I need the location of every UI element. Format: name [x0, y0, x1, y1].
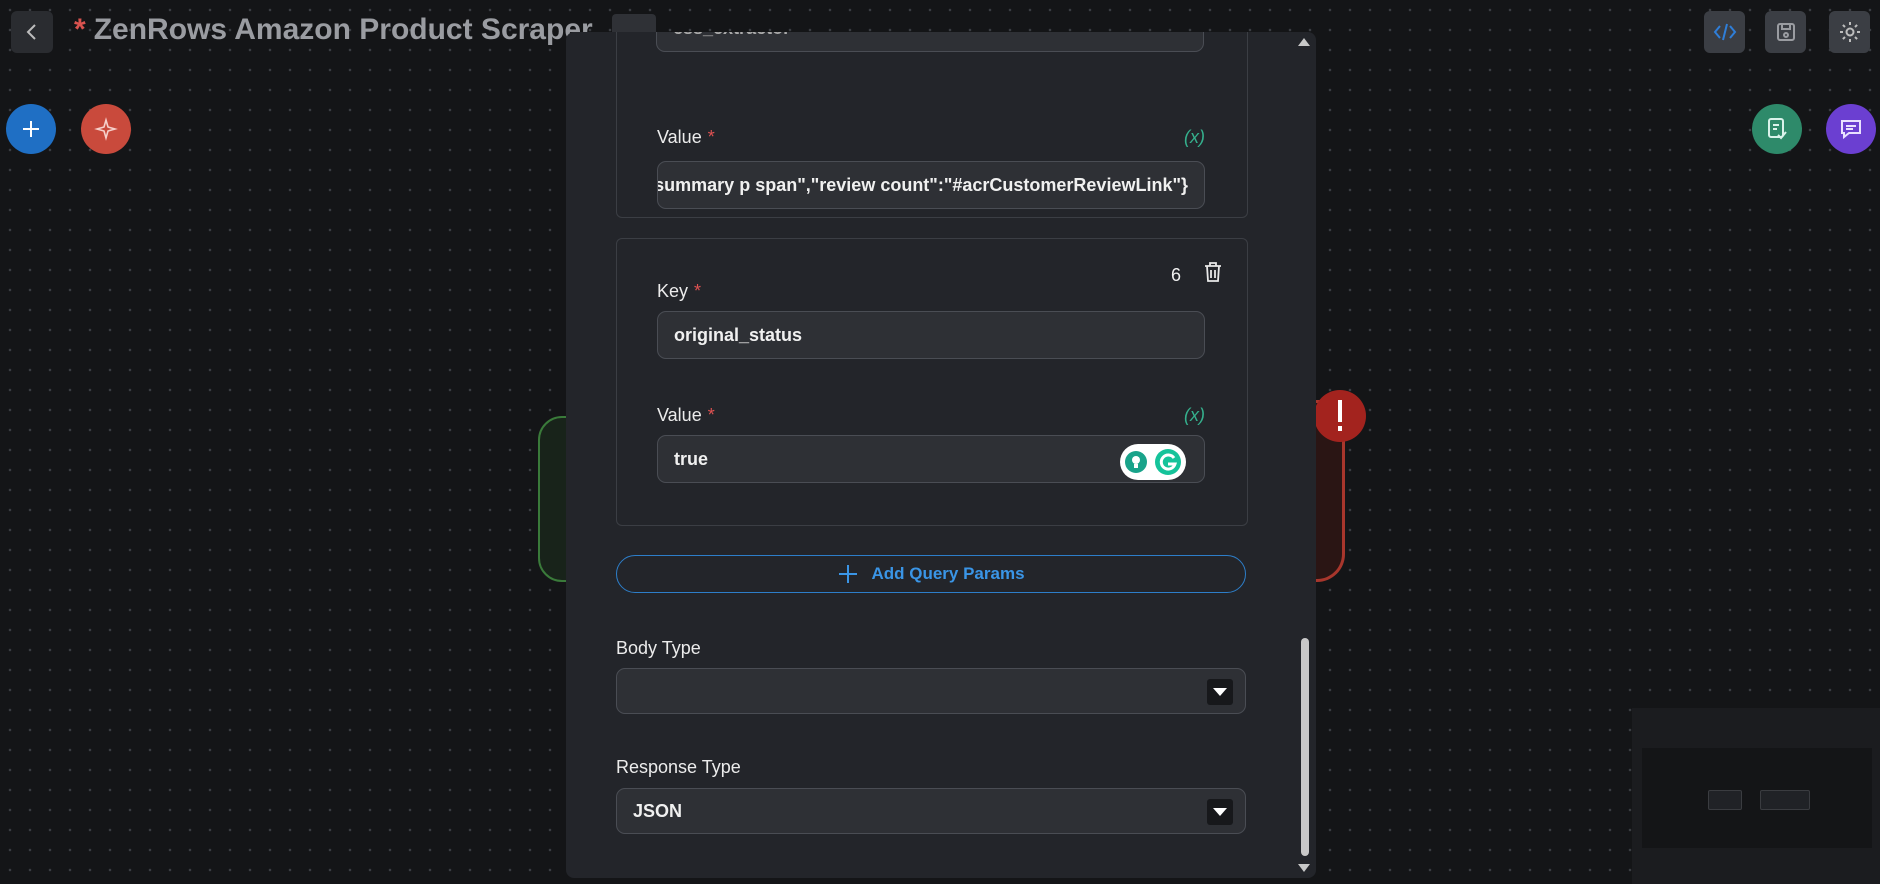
code-button[interactable] [1704, 11, 1745, 53]
param6-key-label: Key * [657, 281, 702, 301]
minimap-viewport [1642, 748, 1872, 848]
add-node-button[interactable] [6, 104, 56, 154]
workflow-title: ZenRows Amazon Product Scraper [93, 13, 593, 46]
param6-variable-button[interactable]: (x) [1184, 405, 1205, 426]
grammarly-icon [1155, 449, 1181, 475]
floppy-disk-icon [1776, 23, 1795, 41]
param6-value-label: Value * [657, 405, 715, 425]
param5-value-input[interactable]: ct-summary p span","review count":"#acrC… [657, 161, 1205, 209]
param6-key-input[interactable]: original_status [657, 311, 1205, 359]
back-button[interactable] [11, 11, 53, 53]
response-type-value: JSON [633, 800, 683, 821]
param6-value-input[interactable]: true [657, 435, 1205, 483]
body-type-label: Body Type [616, 638, 701, 658]
minimap-node [1760, 790, 1810, 810]
delete-param-button[interactable] [1203, 261, 1223, 288]
plus-icon [23, 121, 39, 137]
scroll-up-arrow[interactable] [1298, 38, 1310, 46]
code-icon [1713, 23, 1736, 41]
minimap[interactable] [1632, 708, 1880, 884]
page-title: * ZenRows Amazon Product Scraper [74, 13, 593, 47]
exclamation-icon [1338, 400, 1342, 431]
chat-button[interactable] [1826, 104, 1876, 154]
notes-button[interactable] [1752, 104, 1802, 154]
param5-variable-button[interactable]: (x) [1184, 127, 1205, 148]
trash-icon [1205, 262, 1221, 282]
lightbulb-icon [1125, 451, 1147, 473]
param5-value-label: Value * [657, 127, 715, 147]
param6-key-text: original_status [674, 324, 803, 345]
ai-assist-button[interactable] [81, 104, 131, 154]
gear-icon [1839, 22, 1860, 42]
modal-pin-button[interactable] [612, 14, 656, 32]
body-type-select[interactable] [616, 668, 1246, 714]
save-button[interactable] [1765, 11, 1806, 53]
param5-value-text: ct-summary p span","review count":"#acrC… [657, 174, 1188, 195]
chat-bubble-icon [1841, 120, 1861, 140]
param-index: 6 [1170, 265, 1181, 285]
unsaved-marker: * [74, 13, 86, 46]
param6-value-text: true [674, 448, 709, 469]
scroll-down-arrow[interactable] [1298, 864, 1310, 872]
settings-button[interactable] [1829, 11, 1870, 53]
add-query-params-button[interactable]: Add Query Params [616, 555, 1246, 593]
http-node-config-modal: css_extractor Value* (x) ct-summary p sp… [566, 32, 1316, 878]
chevron-down-icon [1207, 799, 1233, 825]
chevron-left-icon [26, 24, 36, 40]
chevron-down-icon [1207, 679, 1233, 705]
plus-icon [839, 565, 858, 583]
query-param-card-6: 6 Key * original_status Value * (x) true [616, 238, 1248, 526]
minimap-node [1708, 790, 1742, 810]
response-type-label: Response Type [616, 757, 741, 777]
response-type-select[interactable]: JSON [616, 788, 1246, 834]
grammarly-widget[interactable] [1120, 444, 1186, 480]
scrollbar-thumb[interactable] [1301, 638, 1309, 856]
query-param-card-5: Value * (x) ct-summary p span","review co… [616, 32, 1248, 218]
add-query-params-label: Add Query Params [871, 564, 1025, 583]
error-badge[interactable] [1314, 390, 1366, 442]
checklist-icon [1768, 118, 1787, 140]
sparkles-icon [94, 117, 118, 141]
